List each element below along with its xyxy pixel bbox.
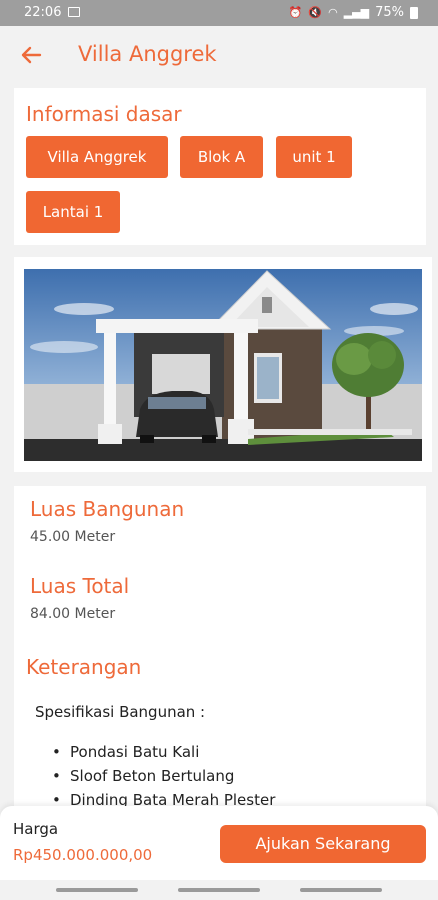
building-area-value: 45.00 Meter <box>30 529 116 545</box>
basic-info-card: Informasi dasar Villa Anggrek Blok A uni… <box>14 88 426 245</box>
status-time: 22:06 <box>24 5 62 20</box>
alarm-icon: ⏰ <box>288 6 303 19</box>
house-image <box>24 269 422 461</box>
spec-heading: Spesifikasi Bangunan : <box>35 703 206 721</box>
gallery-icon <box>68 7 80 17</box>
spec-list: Pondasi Batu Kali Sloof Beton Bertulang … <box>52 740 275 812</box>
nav-back-button[interactable] <box>300 888 382 892</box>
price-value: Rp450.000.000,00 <box>13 846 153 864</box>
battery-percent: 75% <box>375 5 404 20</box>
details-card: Luas Bangunan 45.00 Meter Luas Total 84.… <box>14 486 426 816</box>
price-bar: Harga Rp450.000.000,00 Ajukan Sekarang <box>0 806 438 880</box>
system-nav-bar <box>0 880 438 900</box>
arrow-left-icon[interactable] <box>18 42 44 68</box>
list-item: Pondasi Batu Kali <box>52 740 275 764</box>
total-area-label: Luas Total <box>30 574 130 598</box>
chip-floor: Lantai 1 <box>26 191 120 233</box>
wifi-icon: ◠ <box>328 6 338 19</box>
status-bar: 22:06 ⏰ 🔇 ◠ ▂▄▆ 75% <box>0 0 438 26</box>
status-icons: ⏰ 🔇 ◠ ▂▄▆ 75% <box>289 5 418 20</box>
page-title: Villa Anggrek <box>78 42 217 66</box>
chip-block: Blok A <box>180 136 263 178</box>
app-bar: Villa Anggrek <box>0 26 438 86</box>
signal-icon: ▂▄▆ <box>343 6 370 19</box>
battery-icon <box>410 6 418 19</box>
house-image-card <box>14 257 432 472</box>
basic-info-title: Informasi dasar <box>26 102 182 126</box>
description-label: Keterangan <box>26 655 142 679</box>
total-area-value: 84.00 Meter <box>30 606 116 622</box>
list-item-text: Sloof Beton Bertulang <box>70 767 235 785</box>
list-item-text: Pondasi Batu Kali <box>70 743 200 761</box>
mute-icon: 🔇 <box>308 6 323 19</box>
price-label: Harga <box>13 820 59 838</box>
nav-home-button[interactable] <box>178 888 260 892</box>
building-area-label: Luas Bangunan <box>30 497 185 521</box>
chip-project: Villa Anggrek <box>26 136 168 178</box>
chip-unit: unit 1 <box>276 136 352 178</box>
nav-recents-button[interactable] <box>56 888 138 892</box>
submit-application-button[interactable]: Ajukan Sekarang <box>220 825 426 863</box>
list-item: Sloof Beton Bertulang <box>52 764 275 788</box>
